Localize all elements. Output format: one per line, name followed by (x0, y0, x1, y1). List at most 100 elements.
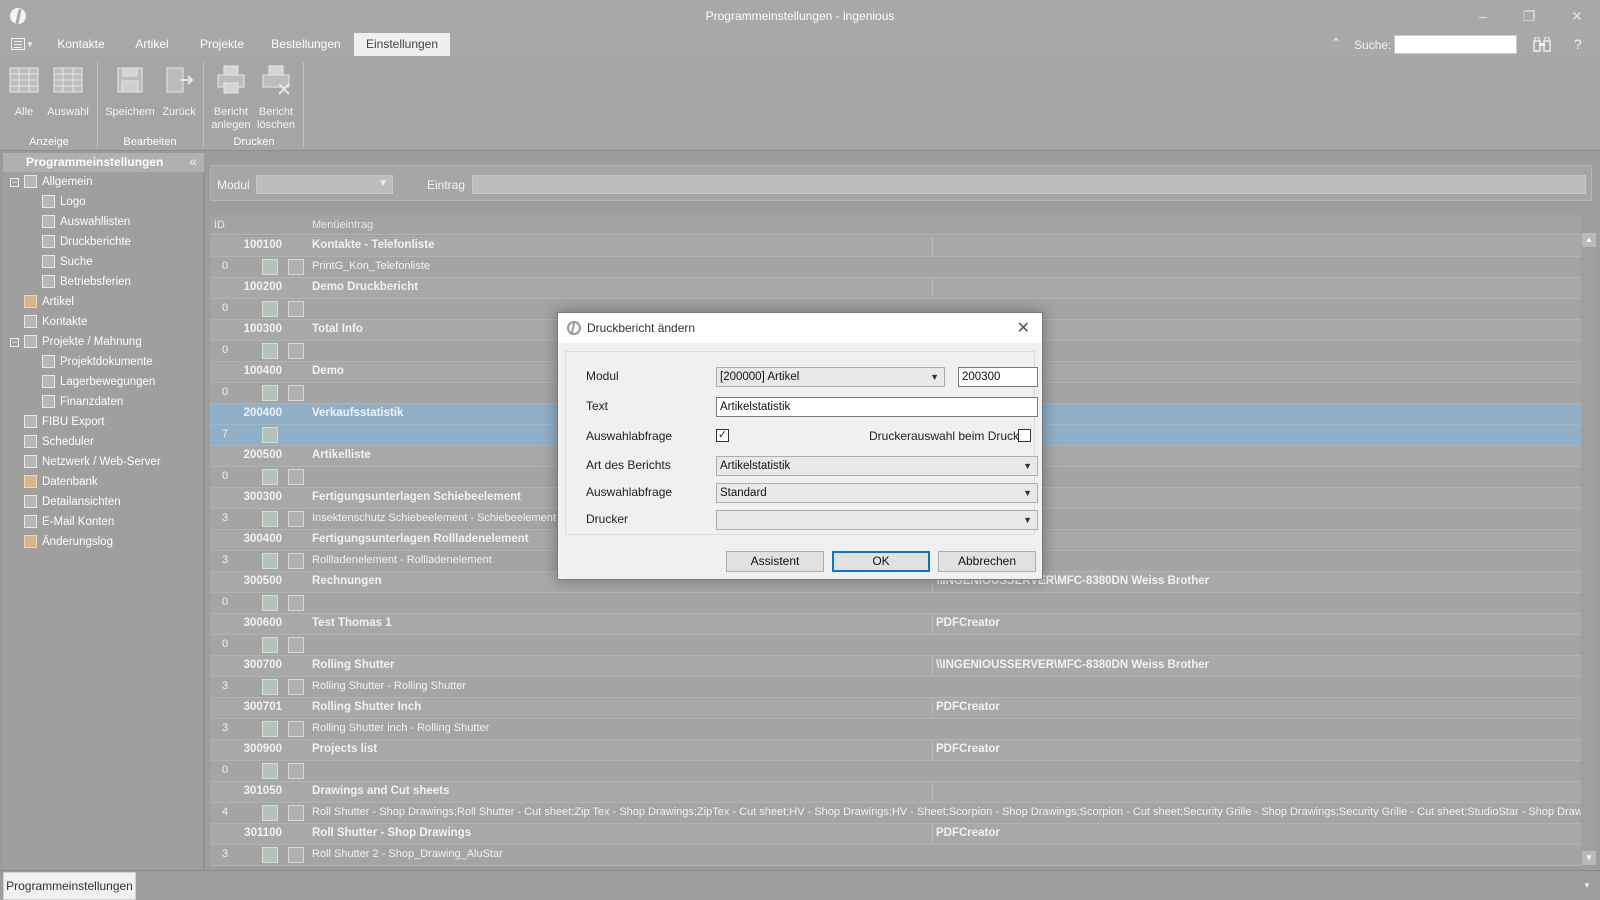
sidebar-item-artikel[interactable]: Artikel (24, 292, 74, 312)
modul-select[interactable]: [200000] Artikel ▼ (716, 367, 945, 387)
bericht-anlegen-button[interactable]: Bericht anlegen (209, 64, 253, 132)
preview-icon[interactable] (262, 763, 278, 779)
table-subrow[interactable]: 0 (210, 761, 1581, 782)
preview-icon[interactable] (262, 637, 278, 653)
help-icon[interactable]: ? (1574, 36, 1582, 52)
sidebar-item-fibu-export[interactable]: FIBU Export (24, 412, 105, 432)
sidebar-item-finanzdaten[interactable]: Finanzdaten (42, 392, 123, 412)
print-icon[interactable] (288, 511, 304, 527)
preview-icon[interactable] (262, 721, 278, 737)
collapse-ribbon-icon[interactable]: ⌃ (1331, 36, 1341, 50)
assistent-button[interactable]: Assistent (726, 551, 824, 572)
drucker-select[interactable]: ▼ (716, 510, 1038, 530)
sidebar-item-druckberichte[interactable]: Druckberichte (42, 232, 131, 252)
druckerauswahl-checkbox[interactable] (1018, 429, 1031, 442)
preview-icon[interactable] (262, 427, 278, 443)
tree-collapse-icon[interactable]: − (10, 338, 19, 347)
table-row[interactable]: 300701 Rolling Shutter Inch PDFCreator (210, 698, 1581, 719)
print-icon[interactable] (288, 469, 304, 485)
tab-artikel[interactable]: Artikel (124, 33, 180, 56)
table-row[interactable]: 100200 Demo Druckbericht (210, 278, 1581, 299)
sidebar-item-allgemein[interactable]: Allgemein (24, 172, 93, 192)
sidebar-item-suche[interactable]: Suche (42, 252, 93, 272)
table-row[interactable]: 300700 Rolling Shutter \\INGENIOUSSERVER\M… (210, 656, 1581, 677)
bericht-loeschen-button[interactable]: Bericht löschen (254, 64, 298, 132)
auswahlabfrage-checkbox[interactable]: ✓ (716, 429, 729, 442)
preview-icon[interactable] (262, 385, 278, 401)
sidebar-item-logo[interactable]: Logo (42, 192, 86, 212)
print-icon[interactable] (288, 679, 304, 695)
tab-projekte[interactable]: Projekte (192, 33, 252, 56)
sidebar-item-datenbank[interactable]: Datenbank (24, 472, 98, 492)
table-subrow[interactable]: 0 (210, 635, 1581, 656)
sidebar-item-betriebsferien[interactable]: Betriebsferien (42, 272, 131, 292)
binoculars-icon[interactable] (1533, 37, 1551, 52)
chevron-down-icon[interactable]: ▼ (26, 40, 34, 49)
preview-icon[interactable] (262, 805, 278, 821)
table-row[interactable]: 300600 Test Thomas 1 PDFCreator (210, 614, 1581, 635)
print-icon[interactable] (288, 763, 304, 779)
preview-icon[interactable] (262, 847, 278, 863)
preview-icon[interactable] (262, 301, 278, 317)
auswahl-button[interactable]: Auswahl (46, 64, 90, 119)
zurueck-button[interactable]: Zurück (157, 64, 201, 119)
print-icon[interactable] (288, 385, 304, 401)
restore-icon[interactable]: ❐ (1514, 6, 1544, 26)
table-subrow[interactable]: 0 PrintG_Kon_Telefonliste (210, 257, 1581, 278)
tab-bestellungen[interactable]: Bestellungen (263, 33, 349, 56)
table-subrow[interactable]: 3 Rolling Shutter inch - Rolling Shutter (210, 719, 1581, 740)
sidebar-item-auswahllisten[interactable]: Auswahllisten (42, 212, 130, 232)
report-id-input[interactable]: 200300 (958, 367, 1038, 387)
print-icon[interactable] (288, 805, 304, 821)
art-des-berichts-select[interactable]: Artikelstatistik ▼ (716, 456, 1038, 476)
sidebar-item-lagerbewegungen[interactable]: Lagerbewegungen (42, 372, 155, 392)
sidebar-item-projekte-mahnung[interactable]: Projekte / Mahnung (24, 332, 142, 352)
preview-icon[interactable] (262, 469, 278, 485)
preview-icon[interactable] (262, 343, 278, 359)
ok-button[interactable]: OK (832, 551, 930, 572)
modul-filter-select[interactable]: ▼ (256, 175, 393, 194)
app-menu-icon[interactable] (11, 38, 25, 50)
tree-collapse-icon[interactable]: − (10, 178, 19, 187)
tab-einstellungen[interactable]: Einstellungen (354, 33, 450, 56)
print-icon[interactable] (288, 259, 304, 275)
close-icon[interactable]: ✕ (1017, 318, 1030, 338)
table-row[interactable]: 100100 Kontakte - Telefonliste (210, 236, 1581, 257)
preview-icon[interactable] (262, 511, 278, 527)
column-header-menueintrag[interactable]: Menüeintrag (312, 219, 373, 231)
sidebar-item-detailansichten[interactable]: Detailansichten (24, 492, 121, 512)
sidebar-item-email-konten[interactable]: E-Mail Konten (24, 512, 114, 532)
preview-icon[interactable] (262, 679, 278, 695)
tab-kontakte[interactable]: Kontakte (50, 33, 112, 56)
table-subrow[interactable]: 3 Rolling Shutter - Rolling Shutter (210, 677, 1581, 698)
eintrag-filter-input[interactable] (472, 175, 1586, 194)
grid-scrollbar[interactable]: ▲ ▼ (1582, 233, 1596, 865)
table-row[interactable]: 300900 Projects list PDFCreator (210, 740, 1581, 761)
table-subrow[interactable]: 3 Roll Shutter 2 - Shop_Drawing_AluStar (210, 845, 1581, 866)
preview-icon[interactable] (262, 553, 278, 569)
sidebar-item-projektdokumente[interactable]: Projektdokumente (42, 352, 153, 372)
preview-icon[interactable] (262, 595, 278, 611)
scroll-up-icon[interactable]: ▲ (1582, 233, 1596, 247)
search-input[interactable] (1394, 35, 1517, 54)
bottom-tab-programmeinstellungen[interactable]: Programmeinstellungen (3, 872, 136, 900)
print-icon[interactable] (288, 721, 304, 737)
chevron-down-icon[interactable]: ▼ (1583, 881, 1591, 890)
print-icon[interactable] (288, 595, 304, 611)
sidebar-item-aenderungslog[interactable]: Änderungslog (24, 532, 113, 552)
speichern-button[interactable]: Speichern (104, 64, 156, 119)
print-icon[interactable] (288, 637, 304, 653)
print-icon[interactable] (288, 301, 304, 317)
print-icon[interactable] (288, 343, 304, 359)
minimize-icon[interactable]: – (1468, 6, 1498, 26)
preview-icon[interactable] (262, 259, 278, 275)
table-subrow[interactable]: 4 Roll Shutter - Shop Drawings;Roll Shutt… (210, 803, 1581, 824)
close-icon[interactable]: ✕ (1562, 6, 1592, 26)
auswahlabfrage-select[interactable]: Standard ▼ (716, 483, 1038, 503)
text-input[interactable]: Artikelstatistik (716, 397, 1038, 417)
sidebar-item-netzwerk[interactable]: Netzwerk / Web-Server (24, 452, 161, 472)
table-row[interactable]: 301100 Roll Shutter - Shop Drawings PDFCre… (210, 824, 1581, 845)
sidebar-item-scheduler[interactable]: Scheduler (24, 432, 94, 452)
column-header-id[interactable]: ID (214, 219, 225, 231)
collapse-panel-icon[interactable]: « (189, 153, 197, 169)
